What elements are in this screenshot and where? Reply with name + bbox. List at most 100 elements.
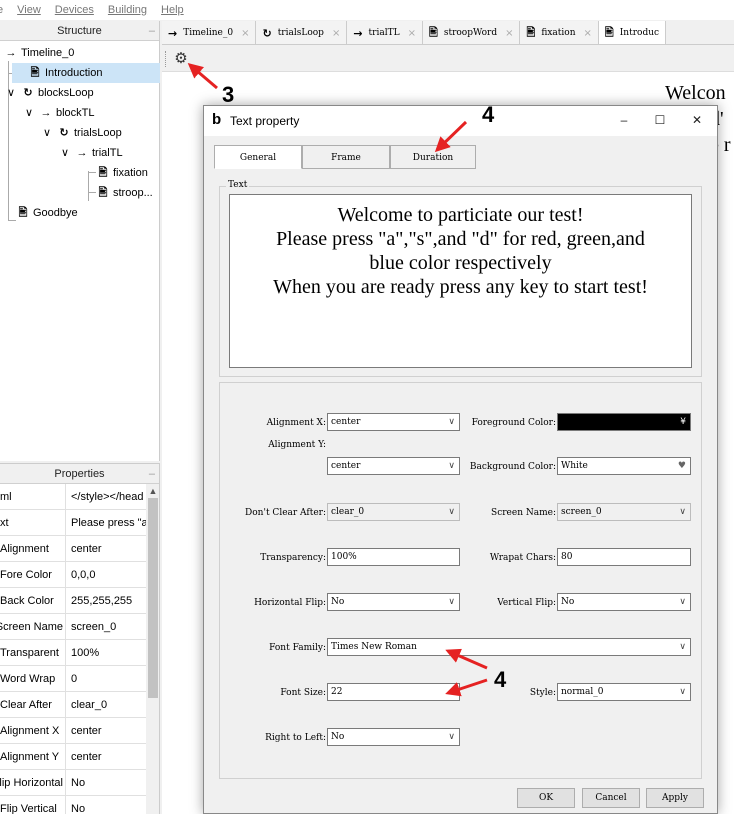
menu-building[interactable]: Building	[108, 4, 147, 16]
gear-icon[interactable]: ⚙	[172, 50, 190, 68]
tree-item-blocksloop[interactable]: ∨ ↻ blocksLoop	[4, 83, 94, 103]
dont-clear-after-select[interactable]: clear_0 ∨	[327, 503, 460, 521]
property-row[interactable]: Flip Vertical No	[0, 796, 146, 814]
property-row[interactable]: Back Color 255,255,255	[0, 588, 146, 614]
close-icon[interactable]: ×	[408, 28, 416, 39]
menu-view[interactable]: View	[17, 4, 41, 16]
transparency-input[interactable]: 100%	[327, 548, 460, 566]
color-picker-icon[interactable]: ♥	[678, 458, 686, 474]
property-row[interactable]: Screen Name screen_0	[0, 614, 146, 640]
dialog-titlebar[interactable]: b Text property – ☐ ✕	[204, 106, 717, 136]
maximize-button[interactable]: ☐	[648, 110, 672, 130]
property-value[interactable]: center	[71, 536, 146, 562]
close-icon[interactable]: ×	[241, 28, 249, 39]
tree-item-trialsloop[interactable]: ∨ ↻ trialsLoop	[40, 123, 122, 143]
close-icon[interactable]: ×	[505, 28, 513, 39]
property-name: Alignment X	[0, 718, 66, 744]
properties-scrollbar[interactable]: ▲	[146, 484, 159, 814]
color-picker-icon[interactable]: ¥	[680, 414, 686, 430]
scroll-up-icon[interactable]: ▲	[146, 484, 159, 498]
chevron-down-icon: ∨	[679, 597, 686, 607]
properties-dock-button[interactable]: –	[149, 464, 155, 484]
horizontal-flip-select[interactable]: No ∨	[327, 593, 460, 611]
property-row[interactable]: Alignment center	[0, 536, 146, 562]
arrow-right-icon: →	[40, 107, 52, 119]
tree-item-fixation[interactable]: 🖹 fixation	[96, 163, 148, 183]
property-value[interactable]: center	[71, 744, 146, 770]
font-size-input[interactable]: 22	[327, 683, 460, 701]
property-value[interactable]: center	[71, 718, 146, 744]
property-value[interactable]: No	[71, 770, 146, 796]
tab-frame[interactable]: Frame	[302, 145, 390, 169]
ok-button[interactable]: OK	[517, 788, 575, 808]
alignment-x-select[interactable]: center ∨	[327, 413, 460, 431]
tree-item-introduction[interactable]: 🖹 Introduction	[12, 63, 160, 83]
chevron-down-icon[interactable]: ∨	[58, 143, 72, 163]
tree-item-timeline[interactable]: → Timeline_0	[4, 43, 75, 63]
close-icon[interactable]: ×	[332, 28, 340, 39]
apply-button[interactable]: Apply	[646, 788, 704, 808]
foreground-color-picker[interactable]: ¥	[557, 413, 691, 431]
right-to-left-select[interactable]: No ∨	[327, 728, 460, 746]
property-name: xt	[0, 510, 66, 536]
wrapat-chars-input[interactable]: 80	[557, 548, 691, 566]
property-value[interactable]: Please press "a	[71, 510, 146, 536]
tree-item-stroop[interactable]: 🖹 stroop...	[96, 183, 153, 203]
tab-trialsloop[interactable]: ↻ trialsLoop ×	[256, 21, 348, 44]
property-name: Back Color	[0, 588, 66, 614]
tree-item-blocktl[interactable]: ∨ → blockTL	[22, 103, 95, 123]
property-row[interactable]: ml </style></head	[0, 484, 146, 510]
screen-name-select[interactable]: screen_0 ∨	[557, 503, 691, 521]
property-row[interactable]: xt Please press "a	[0, 510, 146, 536]
toolbar-grip[interactable]	[165, 51, 167, 67]
property-value[interactable]: 100%	[71, 640, 146, 666]
right-to-left-value: No	[331, 732, 345, 742]
property-value[interactable]: No	[71, 796, 146, 814]
property-value[interactable]: 255,255,255	[71, 588, 146, 614]
text-editor[interactable]: Welcome to particiate our test! Please p…	[229, 194, 692, 368]
tree-item-goodbye[interactable]: 🖹 Goodbye	[16, 203, 78, 223]
tab-duration[interactable]: Duration	[390, 145, 476, 169]
chevron-down-icon[interactable]: ∨	[40, 123, 54, 143]
property-value[interactable]: 0,0,0	[71, 562, 146, 588]
property-row[interactable]: Fore Color 0,0,0	[0, 562, 146, 588]
property-row[interactable]: Transparent 100%	[0, 640, 146, 666]
property-value[interactable]: screen_0	[71, 614, 146, 640]
property-row[interactable]: Word Wrap 0	[0, 666, 146, 692]
close-button[interactable]: ✕	[685, 110, 709, 130]
cancel-button[interactable]: Cancel	[582, 788, 640, 808]
tab-general[interactable]: General	[214, 145, 302, 169]
property-row[interactable]: Flip HorizontalNo	[0, 770, 146, 796]
property-row[interactable]: Clear After clear_0	[0, 692, 146, 718]
structure-dock-button[interactable]: –	[149, 21, 155, 41]
tab-fixation[interactable]: 🖹 fixation ×	[520, 21, 599, 44]
menu-edit[interactable]: e	[0, 4, 3, 16]
minimize-button[interactable]: –	[612, 110, 636, 130]
alignment-y-select[interactable]: center ∨	[327, 457, 460, 475]
scrollbar-thumb[interactable]	[148, 498, 158, 698]
chevron-down-icon[interactable]: ∨	[22, 103, 36, 123]
style-value: normal_0	[561, 687, 604, 697]
property-row[interactable]: Alignment Xcenter	[0, 718, 146, 744]
chevron-down-icon[interactable]: ∨	[4, 83, 18, 103]
chevron-down-icon: ∨	[448, 732, 455, 742]
property-value[interactable]: </style></head	[71, 484, 146, 510]
style-select[interactable]: normal_0 ∨	[557, 683, 691, 701]
vertical-flip-select[interactable]: No ∨	[557, 593, 691, 611]
property-row[interactable]: Alignment Ycenter	[0, 744, 146, 770]
structure-header: Structure –	[0, 21, 159, 41]
background-color-picker[interactable]: White ♥	[557, 457, 691, 475]
tab-introduction[interactable]: 🖹 Introduc	[598, 21, 667, 44]
property-value[interactable]: 0	[71, 666, 146, 692]
property-value[interactable]: clear_0	[71, 692, 146, 718]
menu-help[interactable]: Help	[161, 4, 184, 16]
menu-devices[interactable]: Devices	[55, 4, 94, 16]
tab-label: Introduc	[619, 28, 660, 38]
close-icon[interactable]: ×	[584, 28, 592, 39]
tab-stroopword[interactable]: 🖹 stroopWord ×	[422, 21, 521, 44]
tab-timeline[interactable]: → Timeline_0 ×	[162, 21, 257, 44]
tab-trialtl[interactable]: → trialTL ×	[347, 21, 423, 44]
font-family-select[interactable]: Times New Roman ∨	[327, 638, 691, 656]
loop-icon: ↻	[262, 26, 272, 40]
tree-item-trialtl[interactable]: ∨ → trialTL	[58, 143, 123, 163]
